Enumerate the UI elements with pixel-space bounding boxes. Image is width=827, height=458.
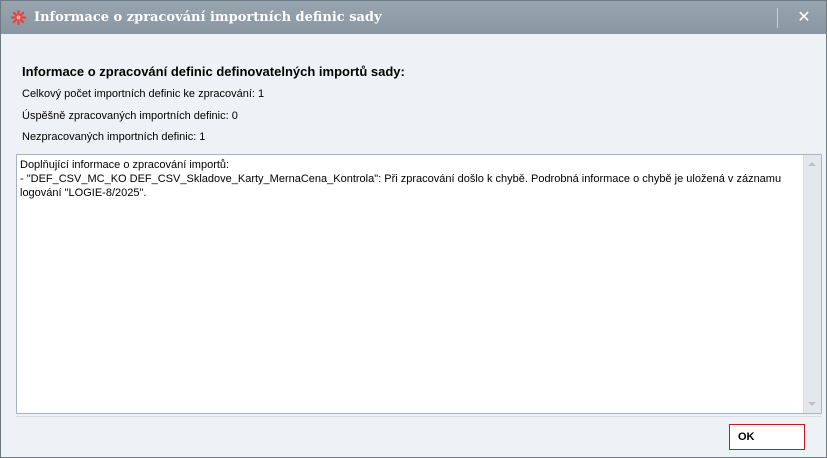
title-bar[interactable]: Informace o zpracování importních defini…	[1, 1, 826, 34]
details-text: Doplňující informace o zpracování import…	[20, 159, 782, 199]
summary-heading: Informace o zpracování definic definovat…	[22, 64, 405, 79]
close-icon: ✕	[797, 7, 811, 26]
details-textarea[interactable]: Doplňující informace o zpracování import…	[16, 154, 822, 414]
total-count-label: Celkový počet importních definic ke zpra…	[22, 88, 265, 100]
close-button[interactable]: ✕	[786, 4, 822, 30]
asterisk-icon	[10, 9, 27, 26]
title-divider	[777, 8, 778, 28]
ok-button[interactable]: OK	[729, 424, 805, 450]
footer-divider	[16, 416, 822, 417]
scroll-down-icon[interactable]	[808, 402, 816, 406]
success-count-label: Úspěšně zpracovaných importních definic:…	[22, 110, 238, 122]
dialog-window: Informace o zpracování importních defini…	[0, 0, 827, 458]
window-title: Informace o zpracování importních defini…	[34, 10, 382, 25]
vertical-scrollbar[interactable]	[803, 155, 821, 413]
failed-count-label: Nezpracovaných importních definic: 1	[22, 131, 206, 143]
scroll-up-icon[interactable]	[808, 162, 816, 166]
